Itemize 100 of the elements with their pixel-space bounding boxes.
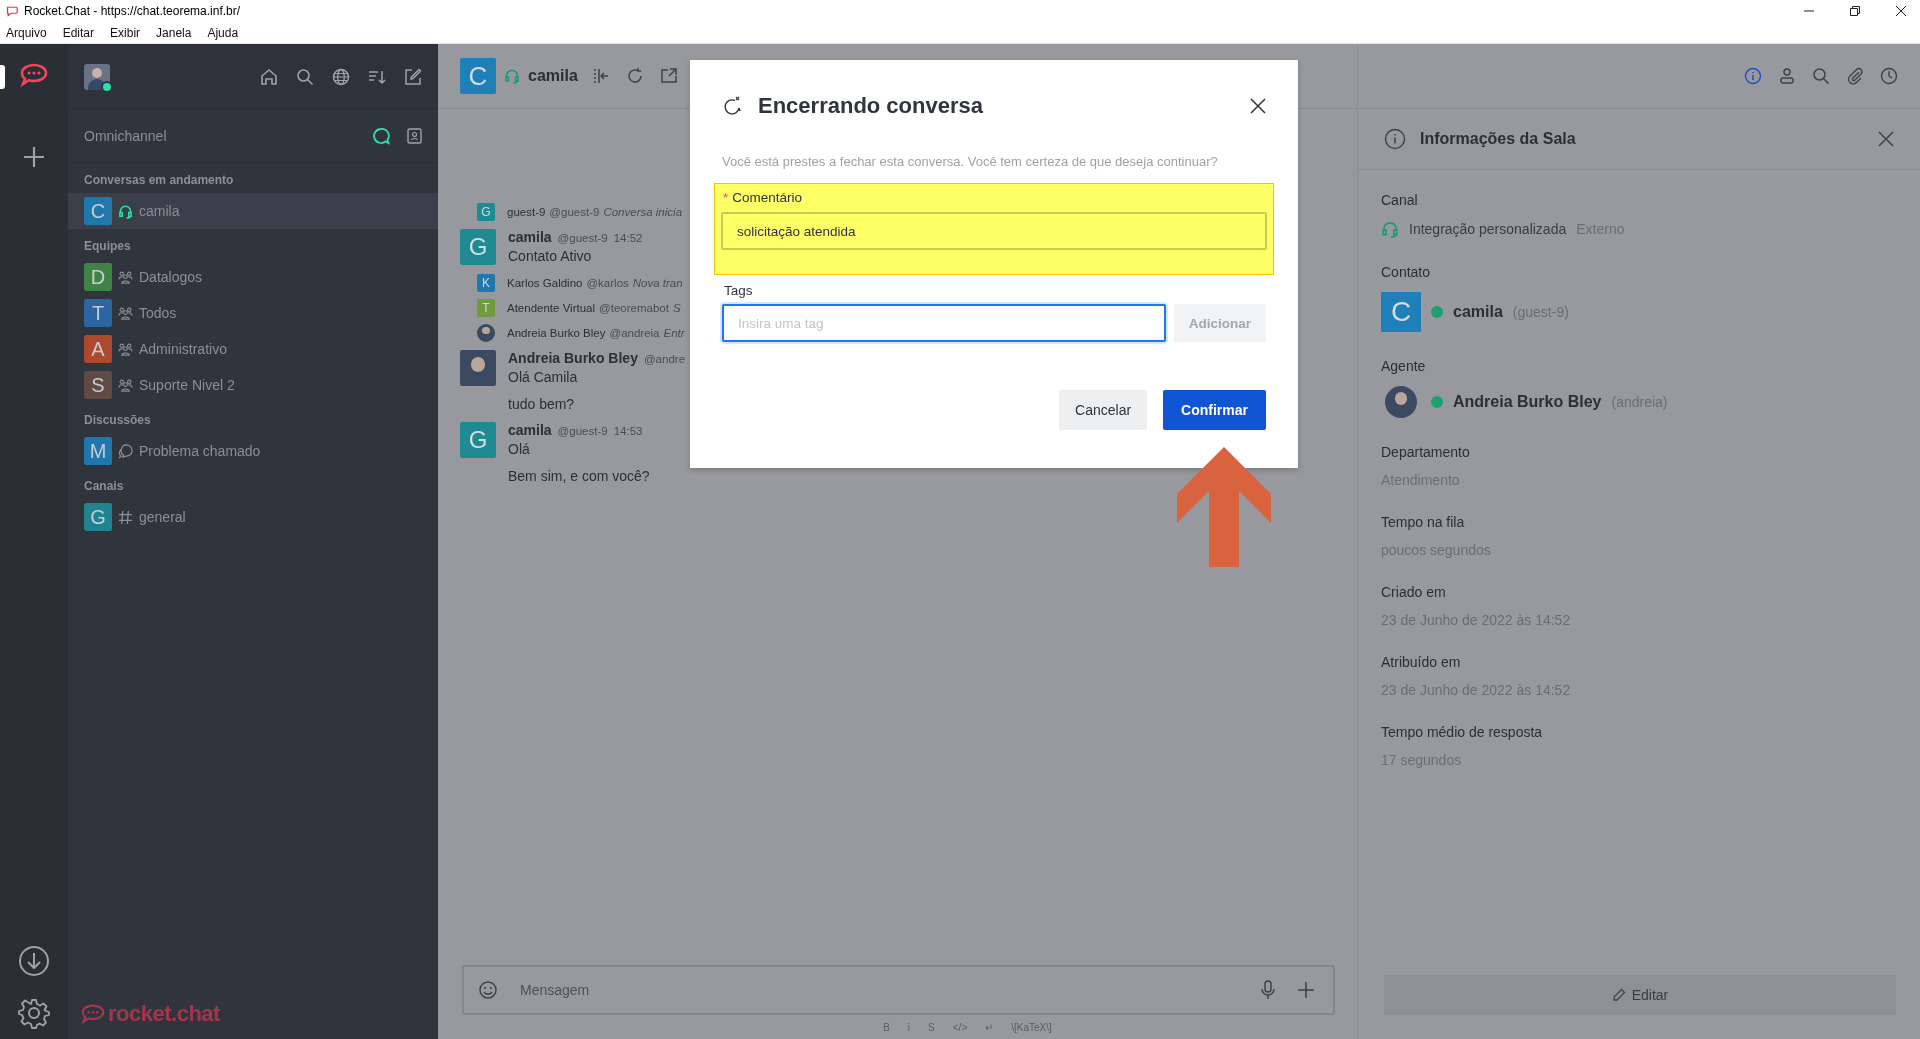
- room-avatar: C: [84, 197, 112, 225]
- menu-item[interactable]: Arquivo: [6, 25, 47, 40]
- room-avatar: A: [84, 335, 112, 363]
- edit-icon[interactable]: [404, 67, 422, 86]
- field-label: Tempo na fila: [1381, 514, 1466, 530]
- close-icon[interactable]: [1250, 98, 1266, 114]
- field-label: Canal: [1381, 192, 1419, 208]
- group-heading: Canais: [83, 478, 125, 495]
- team-icon: [118, 269, 133, 285]
- user-avatar: G: [460, 422, 496, 458]
- room-avatar: D: [84, 263, 112, 291]
- field-label: Agente: [1381, 358, 1427, 374]
- export-icon[interactable]: [659, 67, 678, 85]
- person-name: Andreia Burko Bley: [1453, 393, 1602, 411]
- user-avatar: G: [460, 229, 496, 265]
- room-avatar: M: [84, 437, 112, 465]
- author-name: camila: [508, 422, 552, 438]
- room-item[interactable]: D Datalogos: [68, 259, 438, 295]
- search-icon[interactable]: [1812, 67, 1830, 85]
- message-composer[interactable]: Mensagem: [462, 965, 1335, 1015]
- message-text: tudo bem?: [508, 396, 576, 412]
- user-avatar: [460, 350, 496, 386]
- username: @guest-9: [557, 232, 608, 244]
- field-label: Contato: [1381, 264, 1432, 280]
- cancel-button[interactable]: Cancelar: [1059, 390, 1148, 430]
- group-heading: Equipes: [83, 238, 132, 255]
- field-label: Criado em: [1381, 584, 1447, 600]
- menu-item[interactable]: Ajuda: [207, 25, 239, 40]
- window-title: Rocket.Chat - https://chat.teorema.inf.br/: [24, 4, 241, 18]
- hash-icon: [118, 509, 133, 525]
- dialog-title: Encerrando conversa: [758, 93, 983, 119]
- room-item[interactable]: G general: [68, 499, 438, 535]
- comment-field[interactable]: solicitação atendida: [721, 212, 1267, 250]
- brand-name: rocket.chat: [108, 1001, 220, 1027]
- search-icon[interactable]: [296, 67, 314, 86]
- chat-logo-icon[interactable]: [19, 62, 49, 88]
- room-avatar: T: [84, 299, 112, 327]
- person-name: camila: [1453, 303, 1503, 321]
- room-item[interactable]: A Administrativo: [68, 331, 438, 367]
- message-field[interactable]: Mensagem: [518, 981, 1239, 999]
- close-chat-icon: [722, 96, 742, 116]
- room-item[interactable]: S Suporte Nivel 2: [68, 367, 438, 403]
- app-logo-icon: [6, 5, 18, 17]
- panel-title: Informações da Sala: [1420, 130, 1576, 148]
- format-button[interactable]: \[KaTeX\]: [1011, 1021, 1052, 1033]
- message-time: 14:52: [613, 232, 643, 244]
- refresh-icon[interactable]: [625, 67, 644, 85]
- room-item[interactable]: C camila: [68, 193, 438, 229]
- agent-avatar: [1385, 386, 1417, 418]
- restore-icon[interactable]: [1850, 6, 1860, 16]
- room-avatar: S: [84, 371, 112, 399]
- paperclip-icon[interactable]: [1846, 67, 1864, 85]
- clock-icon[interactable]: [1880, 67, 1898, 85]
- format-button[interactable]: ↵: [985, 1021, 994, 1033]
- user-avatar: [477, 323, 495, 342]
- settings-icon[interactable]: [18, 997, 50, 1029]
- globe-icon[interactable]: [332, 67, 350, 86]
- system-message: Entr: [663, 326, 685, 339]
- team-icon: [118, 341, 133, 357]
- edit-button[interactable]: Editar: [1384, 975, 1896, 1015]
- system-message: Conversa inicia: [603, 205, 683, 218]
- room-item[interactable]: T Todos: [68, 295, 438, 331]
- user-icon[interactable]: [1778, 67, 1796, 85]
- microphone-icon[interactable]: [1259, 980, 1277, 1000]
- contact-book-icon[interactable]: [406, 128, 422, 144]
- message-text: Olá Camila: [508, 369, 579, 385]
- system-message: S: [672, 301, 681, 314]
- plus-icon[interactable]: [23, 146, 45, 168]
- user-avatar[interactable]: [84, 63, 110, 90]
- format-button[interactable]: </>: [952, 1021, 968, 1033]
- system-message: Nova tran: [632, 276, 683, 289]
- author-name: Karlos Galdino: [507, 276, 583, 289]
- menu-item[interactable]: Exibir: [110, 25, 141, 40]
- format-button[interactable]: B: [883, 1021, 890, 1033]
- forward-icon[interactable]: [591, 67, 610, 85]
- confirm-button[interactable]: Confirmar: [1163, 390, 1266, 430]
- username: @karlos: [586, 276, 629, 289]
- group-heading: Discussões: [83, 412, 152, 429]
- chat-bubble-icon[interactable]: [372, 127, 390, 145]
- emoji-icon[interactable]: [478, 980, 498, 1000]
- discussion-icon: [118, 443, 133, 459]
- contact-avatar: C: [1381, 292, 1421, 332]
- dialog-description: Você está prestes a fechar esta conversa. Você tem certeza de que deseja continuar?: [722, 154, 1219, 169]
- message-text: Bem sim, e com você?: [508, 468, 650, 484]
- close-icon[interactable]: [1896, 6, 1906, 16]
- pencil-icon: [1611, 988, 1626, 1002]
- author-name: Andreia Burko Bley: [507, 326, 606, 339]
- required-mark: *: [723, 190, 729, 205]
- format-button[interactable]: S: [928, 1021, 935, 1033]
- menu-item[interactable]: Editar: [62, 25, 95, 40]
- download-icon[interactable]: [18, 945, 50, 977]
- message-text: Contato Ativo: [508, 248, 593, 264]
- home-icon[interactable]: [260, 67, 278, 86]
- room-item[interactable]: M Problema chamado: [68, 433, 438, 469]
- username: @andreia: [609, 326, 660, 339]
- plus-icon[interactable]: [1297, 981, 1315, 999]
- menu-item[interactable]: Janela: [156, 25, 192, 40]
- tag-field[interactable]: Insira uma tag: [722, 304, 1166, 342]
- section-title: Omnichannel: [84, 128, 167, 144]
- info-icon[interactable]: [1744, 67, 1762, 85]
